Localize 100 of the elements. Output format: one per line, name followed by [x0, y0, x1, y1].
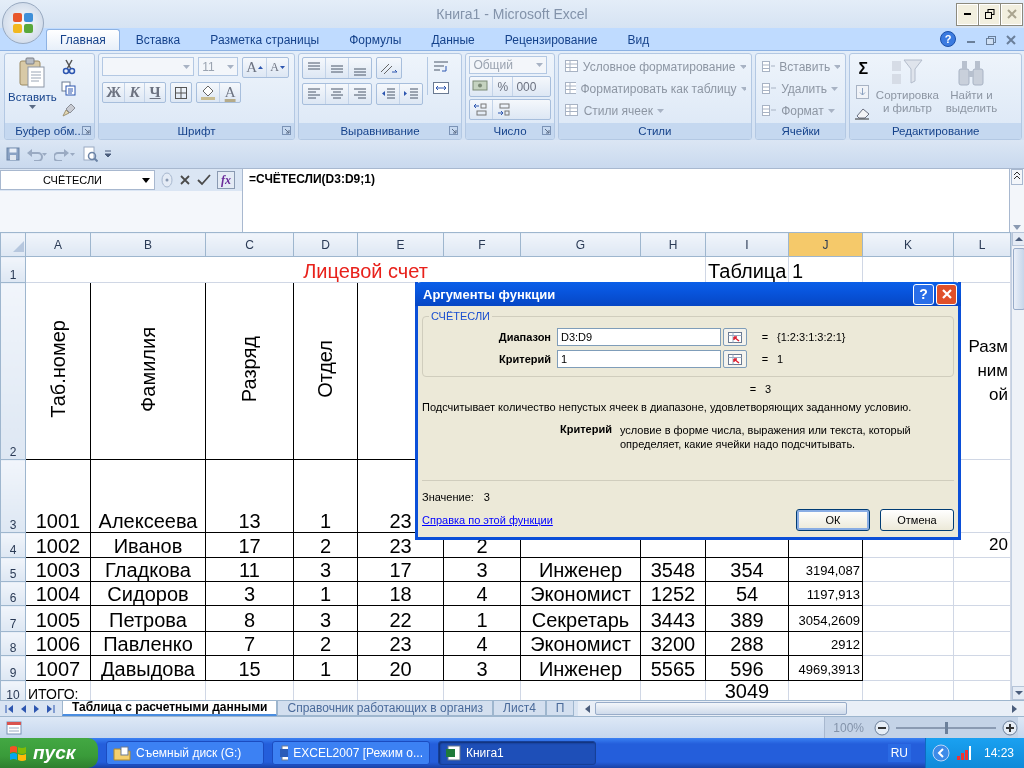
restore-icon[interactable]	[986, 35, 996, 45]
column-header[interactable]: F	[443, 232, 521, 257]
column-header[interactable]: K	[862, 232, 954, 257]
row-header[interactable]: 6	[0, 581, 26, 606]
table-cell: 1002	[35, 536, 81, 557]
wrap-text-icon[interactable]	[431, 59, 450, 75]
sheet-tab[interactable]: Справочник работающих в организ	[277, 701, 494, 716]
ribbon-tab[interactable]: Вид	[613, 29, 664, 50]
print-preview-icon[interactable]	[82, 146, 98, 162]
row-header[interactable]: 3	[0, 459, 26, 533]
language-indicator[interactable]: RU	[887, 744, 911, 762]
column-header[interactable]: I	[705, 232, 789, 257]
help-button[interactable]: ?	[913, 283, 934, 305]
scrollbar-thumb[interactable]	[1013, 248, 1024, 310]
sheet-tab[interactable]: Лист4	[493, 701, 546, 716]
table-cell: 1	[319, 659, 332, 680]
row-header[interactable]: 2	[0, 282, 26, 460]
table-cell: Отдел	[315, 340, 336, 398]
underline-button[interactable]: Ч	[145, 83, 166, 102]
percent-button[interactable]: %	[493, 77, 514, 96]
table-caption: Таблица 1	[708, 261, 804, 282]
table-cell: Экономист	[530, 634, 631, 655]
close-icon[interactable]	[1006, 35, 1016, 45]
brush-icon[interactable]	[60, 102, 77, 118]
column-header[interactable]: L	[953, 232, 1011, 257]
taskbar-button[interactable]: Книга1	[438, 741, 596, 765]
bold-button[interactable]: Ж	[103, 83, 126, 102]
dialog-launcher-icon[interactable]	[449, 126, 459, 135]
caret-icon	[830, 86, 838, 91]
enter-icon[interactable]	[197, 174, 211, 186]
row-header[interactable]: 1	[0, 256, 26, 283]
insert-function-button[interactable]: fx	[217, 171, 235, 189]
restore-button[interactable]	[979, 3, 1000, 25]
column-header[interactable]: B	[90, 232, 206, 257]
dialog-button[interactable]: ОК	[796, 509, 870, 531]
horizontal-scrollbar[interactable]	[578, 701, 1024, 716]
zoom-in-icon[interactable]	[1002, 719, 1018, 736]
formula-field[interactable]: =СЧЁТЕСЛИ(D3:D9;1)	[243, 169, 1009, 232]
value-text: 3	[483, 491, 490, 503]
expand-handle-icon[interactable]	[161, 172, 173, 188]
scissors-icon[interactable]	[61, 59, 76, 75]
row-header[interactable]: 7	[0, 605, 26, 632]
signal-icon[interactable]	[955, 745, 972, 761]
taskbar-button[interactable]: EXCEL2007 [Режим о...	[272, 741, 430, 765]
input-field[interactable]: D3:D9	[557, 328, 721, 346]
minimize-button[interactable]	[957, 3, 978, 25]
thousands-button[interactable]: 000	[513, 77, 540, 96]
zoom-slider-thumb[interactable]	[945, 721, 948, 734]
taskbar-button[interactable]: Съемный диск (G:)	[106, 741, 264, 765]
customize-icon[interactable]	[104, 150, 112, 158]
row-header[interactable]: 9	[0, 655, 26, 681]
collapse-dialog-button[interactable]	[723, 350, 747, 368]
italic-button[interactable]: К	[125, 83, 146, 102]
row-header[interactable]: 8	[0, 631, 26, 656]
dialog-launcher-icon[interactable]	[82, 126, 92, 135]
help-link[interactable]: Справка по этой функции	[422, 514, 553, 526]
currency-icon[interactable]	[470, 77, 494, 96]
cancel-icon[interactable]	[179, 174, 191, 186]
fill-down-icon[interactable]	[855, 84, 872, 100]
merge-cells-icon[interactable]	[431, 81, 450, 95]
sheet-tab[interactable]: П	[545, 701, 575, 716]
column-header[interactable]: A	[25, 232, 91, 257]
arrow-left-icon[interactable]	[931, 744, 950, 762]
ribbon-tab[interactable]: Главная	[46, 29, 120, 50]
column-header[interactable]: C	[205, 232, 294, 257]
ribbon-tab[interactable]: Данные	[417, 29, 489, 50]
column-header[interactable]: H	[640, 232, 706, 257]
ribbon-tab[interactable]: Вставка	[121, 29, 195, 50]
sheet-tab[interactable]: Таблица с расчетными данными	[62, 701, 278, 716]
first-sheet-icon[interactable]	[4, 703, 14, 714]
close-button[interactable]	[936, 283, 957, 305]
ribbon-tab[interactable]: Формулы	[335, 29, 416, 50]
copy-icon[interactable]	[61, 81, 77, 96]
autosum-button[interactable]: Σ	[853, 59, 874, 78]
row-header[interactable]: 4	[0, 532, 26, 558]
scroll-down-icon[interactable]	[1012, 686, 1024, 700]
collapse-icon[interactable]	[1011, 169, 1023, 185]
group-label: Число	[493, 125, 527, 137]
column-header[interactable]: E	[357, 232, 444, 257]
zoom-out-icon[interactable]	[874, 719, 890, 736]
shrink-font-button[interactable]: A	[267, 58, 288, 77]
name-box[interactable]: СЧЁТЕСЛИ	[0, 170, 155, 190]
help-button[interactable]: ?	[940, 31, 956, 47]
collapse-dialog-button[interactable]	[723, 328, 747, 346]
scroll-up-icon[interactable]	[1012, 232, 1024, 246]
grow-font-button[interactable]: A	[243, 58, 268, 77]
input-field[interactable]: 1	[557, 350, 721, 368]
last-sheet-icon[interactable]	[46, 703, 56, 714]
macro-icon[interactable]	[6, 720, 22, 735]
dialog-launcher-icon[interactable]	[281, 126, 291, 135]
column-header[interactable]: D	[293, 232, 358, 257]
column-header[interactable]: G	[520, 232, 641, 257]
column-header[interactable]: J	[788, 232, 863, 257]
dialog-button[interactable]: Отмена	[880, 509, 954, 531]
row-header[interactable]: 5	[0, 557, 26, 582]
dialog-launcher-icon[interactable]	[541, 126, 551, 135]
ribbon-tab[interactable]: Рецензирование	[490, 29, 612, 50]
paste-button[interactable]: Вставить	[8, 57, 57, 109]
ribbon-tab[interactable]: Разметка страницы	[196, 29, 334, 50]
save-icon[interactable]	[6, 147, 20, 161]
